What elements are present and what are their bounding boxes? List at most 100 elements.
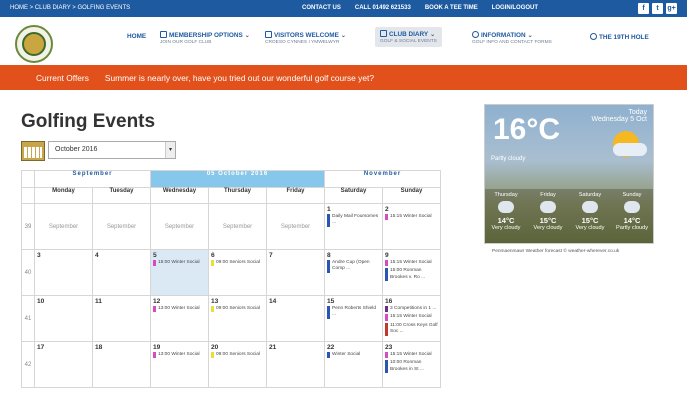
day-number: 5 [153,252,157,259]
prev-month-link[interactable]: September [34,170,151,188]
chevron-down-icon: ⌄ [430,32,436,38]
current-temp: 16°C [493,113,561,146]
event-item[interactable]: Penn Roberts Shield ... [327,306,380,319]
book-tee-time-link[interactable]: BOOK A TEE TIME [425,5,478,11]
nav-information[interactable]: INFORMATION ⌄ GOLF INFO AND CONTACT FORMS [472,31,552,45]
calendar-day[interactable]: 19 13:00 Winter Social [150,341,209,388]
day-number: 9 [385,252,389,259]
event-item[interactable]: 3 Competitions in 1 ... [385,306,438,313]
event-item[interactable]: 13:00 Winter Social [153,306,206,313]
club-logo[interactable] [15,25,53,63]
twitter-icon[interactable]: t [652,3,663,14]
breadcrumb[interactable]: HOME > CLUB DIARY > GOLFING EVENTS [10,5,130,11]
calendar-day[interactable]: September [266,203,325,250]
calendar-day[interactable]: 21 [266,341,325,388]
calendar-day[interactable]: September [34,203,93,250]
membership-icon [160,31,167,38]
day-number: 20 [211,344,219,351]
event-item[interactable]: 15:15 Winter Social [385,314,438,321]
offers-message[interactable]: Summer is nearly over, have you tried ou… [105,73,374,83]
calendar-day[interactable]: 9 15:15 Winter Social 15:00 Ronman Brookes… [382,249,441,296]
nav-club-diary[interactable]: CLUB DIARY ⌄ GOLF & SOCIAL EVENTS [375,27,442,47]
calendar-day[interactable]: 22 Winter Social [324,341,383,388]
calendar-day[interactable]: 11 [92,295,151,342]
day-number: 16 [385,298,393,305]
facebook-icon[interactable]: f [638,3,649,14]
call-link[interactable]: CALL 01492 621533 [355,5,411,11]
calendar-day[interactable]: 17 [34,341,93,388]
weekday-header: Friday [266,187,325,204]
nav-19th-hole[interactable]: THE 19TH HOLE [590,33,649,41]
forecast-day: Saturday 15°C Very cloudy [575,192,605,231]
calendar-day[interactable]: 12 13:00 Winter Social [150,295,209,342]
next-month-link[interactable]: November [324,170,441,188]
calendar-day[interactable]: 18 [92,341,151,388]
event-item[interactable]: Andre Cup (Open Comp ... [327,260,380,273]
calendar-day[interactable]: 10 [34,295,93,342]
week-number: 40 [21,249,35,296]
offers-banner: Current Offers Summer is nearly over, ha… [0,65,687,90]
calendar-day[interactable]: 4 [92,249,151,296]
calendar-day[interactable]: 15 Penn Roberts Shield ... [324,295,383,342]
event-item[interactable]: 10:00 Ronman Brookes in St ... [385,360,438,374]
day-number: 1 [327,206,331,213]
google-plus-icon[interactable]: g+ [666,3,677,14]
weekday-header: Thursday [208,187,267,204]
calendar-day[interactable]: 5 15:00 Winter Social [150,249,209,296]
event-item[interactable]: 15:00 Ronman Brookes v. Ro ... [385,268,438,282]
weather-condition: Partly cloudy [491,156,526,162]
calendar-day[interactable]: September [150,203,209,250]
event-item[interactable]: 09:00 Seniors Social [211,352,264,359]
weather-widget[interactable]: 16°C Today Wednesday 5 Oct Partly cloudy… [484,104,654,244]
weekday-header: Sunday [382,187,441,204]
calendar-day[interactable]: 2 15:15 Winter Social [382,203,441,250]
event-item[interactable]: 09:00 Seniors Social [211,260,264,267]
day-number: 11 [95,298,102,305]
calendar-icon [21,141,45,161]
event-item[interactable]: 13:00 Winter Social [153,352,206,359]
calendar-day[interactable]: 7 [266,249,325,296]
chevron-down-icon: ⌄ [244,33,250,39]
calendar-day[interactable]: 1 Daily Mail Foursomes ... [324,203,383,250]
partly-cloudy-icon [538,198,556,213]
cloud-icon [613,143,647,156]
month-select[interactable]: October 2016 ▾ [48,141,176,159]
top-bar: HOME > CLUB DIARY > GOLFING EVENTS CONTA… [0,0,687,17]
event-item[interactable]: Daily Mail Foursomes ... [327,214,380,227]
day-number: 2 [385,206,389,213]
calendar-day[interactable]: September [92,203,151,250]
nav-visitors[interactable]: VISITORS WELCOME ⌄ CROESO CYNNES I YMWELW… [265,31,346,45]
event-item[interactable]: 15:15 Winter Social [385,214,438,221]
calendar-day[interactable]: 8 Andre Cup (Open Comp ... [324,249,383,296]
day-number: 13 [211,298,219,305]
social-links: f t g+ [638,3,677,14]
event-item[interactable]: 09:00 Seniors Social [211,306,264,313]
contact-us-link[interactable]: CONTACT US [302,5,341,11]
site-header: HOME MEMBERSHIP OPTIONS ⌄ JOIN OUR GOLF C… [0,17,687,65]
event-item[interactable]: 15:15 Winter Social [385,260,438,267]
calendar-week: 40 3 4 5 15:00 Winter Social 6 09:00 Seniors S… [21,249,441,296]
login-logout-link[interactable]: LOGIN/LOGOUT [492,5,538,11]
event-item[interactable]: 15:15 Winter Social [385,352,438,359]
weather-credit[interactable]: Penmaenmawr Weather forecast © weather-w… [492,249,619,254]
forecast-day: Friday 15°C Very cloudy [533,192,563,231]
weekday-header: Tuesday [92,187,151,204]
event-item[interactable]: 11:00 Cross Keys Golf Soc ... [385,322,438,336]
calendar-body: 39 September September September September Se… [21,203,441,388]
calendar-day[interactable]: September [208,203,267,250]
event-item[interactable]: Winter Social [327,352,380,359]
calendar-day[interactable]: 6 09:00 Seniors Social [208,249,267,296]
calendar-day[interactable]: 23 15:15 Winter Social 10:00 Ronman Brooke… [382,341,441,388]
calendar-day[interactable]: 16 3 Competitions in 1 ... 15:15 Winter So… [382,295,441,342]
calendar-day[interactable]: 13 09:00 Seniors Social [208,295,267,342]
calendar-day[interactable]: 3 [34,249,93,296]
current-month: 05 October 2016 [150,170,325,188]
week-number: 42 [21,341,35,388]
nav-home[interactable]: HOME [127,33,146,40]
info-icon [472,31,479,38]
event-item[interactable]: 15:00 Winter Social [153,260,206,267]
calendar-day[interactable]: 20 09:00 Seniors Social [208,341,267,388]
nav-membership[interactable]: MEMBERSHIP OPTIONS ⌄ JOIN OUR GOLF CLUB [160,31,250,45]
day-number: 10 [37,298,45,305]
calendar-day[interactable]: 14 [266,295,325,342]
